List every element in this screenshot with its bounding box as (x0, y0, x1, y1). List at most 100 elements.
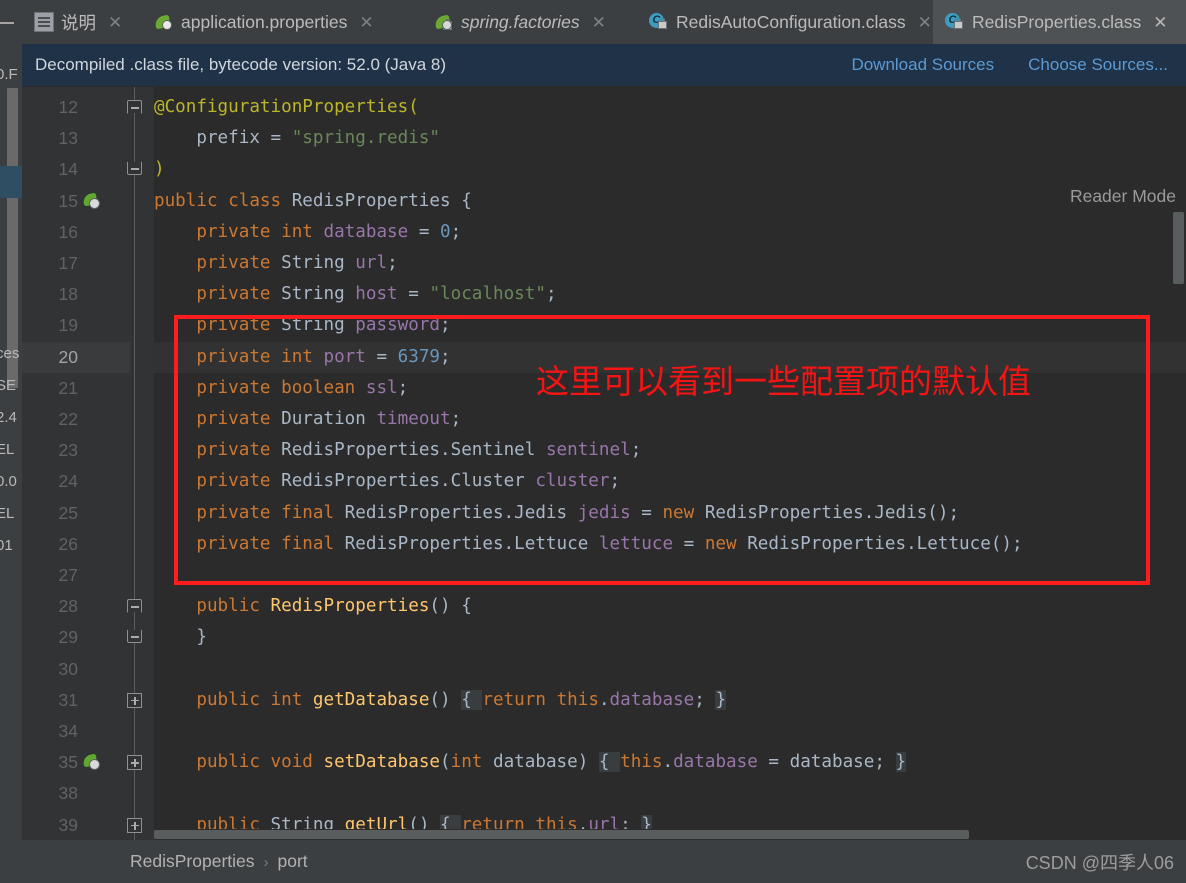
horizontal-scrollbar[interactable] (154, 829, 1186, 840)
code-token: ( (440, 752, 451, 773)
gutter-row[interactable]: 26 (22, 529, 130, 560)
line-number: 26 (58, 533, 78, 554)
left-panel-selected-row[interactable] (0, 166, 22, 198)
gutter-row[interactable]: 13 (22, 123, 130, 154)
gutter-row[interactable]: 18 (22, 279, 130, 310)
reader-mode-label[interactable]: Reader Mode (1070, 186, 1176, 207)
code-line[interactable]: private final RedisProperties.Lettuce le… (154, 529, 1186, 560)
editor-gutter[interactable]: 12 13 14 15 16 17 18 19 20 21 22 23 24 25 26 27 28 29 30 31… (22, 87, 130, 840)
code-token: ; (630, 440, 642, 461)
fold-collapse-end-icon[interactable] (127, 162, 142, 176)
gutter-row[interactable]: 22 (22, 404, 130, 435)
code-line[interactable] (154, 716, 1186, 747)
fold-plus-v (134, 696, 136, 705)
pin-overlay-icon (443, 19, 452, 30)
gutter-row[interactable]: 34 (22, 716, 130, 747)
gutter-row[interactable]: 27 (22, 560, 130, 591)
gutter-row[interactable]: 23 (22, 435, 130, 466)
gutter-row[interactable]: 19 (22, 310, 130, 341)
vertical-scrollbar-thumb[interactable] (1173, 212, 1184, 284)
code-line[interactable]: public void setDatabase(int database) { … (154, 747, 1186, 778)
editor-tab-4[interactable]: C RedisProperties.class ✕ (933, 0, 1186, 44)
editor-tab-3[interactable]: C RedisAutoConfiguration.class ✕ (637, 0, 955, 44)
fold-plus-v (134, 759, 136, 768)
code-editor[interactable]: 12 13 14 15 16 17 18 19 20 21 22 23 24 25 26 27 28 29 30 31… (22, 87, 1186, 840)
gutter-row[interactable]: 14 (22, 154, 130, 185)
left-panel-text-fragment: ces (0, 345, 20, 362)
editor-tab-1[interactable]: application.properties ✕ (142, 0, 422, 44)
code-line[interactable]: private Duration timeout; (154, 404, 1186, 435)
left-panel-scrollbar[interactable] (7, 88, 18, 388)
code-line[interactable]: private int database = 0; (154, 217, 1186, 248)
gutter-row[interactable]: 24 (22, 466, 130, 497)
gutter-row[interactable]: 20 (22, 341, 130, 373)
code-line[interactable]: ) (154, 154, 1186, 185)
horizontal-scrollbar-thumb[interactable] (154, 830, 969, 839)
gutter-row[interactable]: 28 (22, 591, 130, 622)
fold-expand-icon[interactable] (127, 755, 142, 771)
code-line[interactable] (154, 778, 1186, 809)
gutter-row[interactable]: 29 (22, 622, 130, 653)
code-line[interactable]: private String url; (154, 248, 1186, 279)
code-line[interactable] (154, 654, 1186, 685)
fold-expand-icon[interactable] (127, 817, 142, 833)
code-line[interactable]: public class RedisProperties { (154, 186, 1186, 217)
close-icon[interactable]: ✕ (108, 14, 122, 31)
fold-guide-line (134, 87, 135, 840)
line-number: 15 (58, 190, 78, 211)
code-line[interactable]: private RedisProperties.Cluster cluster; (154, 466, 1186, 497)
gutter-row[interactable]: 30 (22, 654, 130, 685)
fold-expand-icon[interactable] (127, 692, 142, 708)
line-number: 12 (58, 97, 78, 117)
breadcrumb-item-field[interactable]: port (278, 851, 308, 871)
gutter-row[interactable]: 25 (22, 498, 130, 529)
code-line[interactable]: } (154, 622, 1186, 653)
gutter-row[interactable]: 15 (22, 186, 130, 217)
code-line[interactable]: public RedisProperties() { (154, 591, 1186, 622)
gutter-row[interactable]: 17 (22, 248, 130, 279)
gutter-row[interactable]: 38 (22, 778, 130, 809)
code-content[interactable]: @ConfigurationProperties( prefix = "spri… (154, 87, 1186, 840)
gutter-row[interactable]: 35 (22, 747, 130, 778)
code-line[interactable]: private RedisProperties.Sentinel sentine… (154, 435, 1186, 466)
collapse-dash-icon[interactable] (0, 22, 14, 24)
editor-tab-2[interactable]: spring.factories ✕ (422, 0, 637, 44)
close-icon[interactable]: ✕ (592, 14, 606, 31)
line-number: 22 (58, 409, 78, 429)
gutter-row[interactable]: 39 (22, 810, 130, 840)
choose-sources-link[interactable]: Choose Sources... (1028, 55, 1168, 75)
code-line[interactable]: public int getDatabase() { return this.d… (154, 685, 1186, 716)
code-line[interactable]: private String password; (154, 310, 1186, 341)
gutter-row[interactable]: 31 (22, 685, 130, 716)
line-number: 29 (58, 627, 78, 648)
code-line[interactable]: private String host = "localhost"; (154, 279, 1186, 310)
code-token: ; (694, 689, 716, 710)
close-icon[interactable]: ✕ (918, 14, 932, 31)
fold-collapse-start-icon[interactable] (127, 599, 142, 613)
line-number: 20 (58, 346, 78, 367)
code-line[interactable]: prefix = "spring.redis" (154, 123, 1186, 154)
code-token: jedis (577, 502, 642, 523)
gutter-row[interactable]: 16 (22, 217, 130, 248)
code-line[interactable]: @ConfigurationProperties( (154, 92, 1186, 123)
breadcrumb-separator-icon: › (263, 854, 269, 871)
close-icon[interactable]: ✕ (1153, 14, 1167, 31)
code-line[interactable]: private final RedisProperties.Jedis jedi… (154, 498, 1186, 529)
close-icon[interactable]: ✕ (359, 14, 373, 31)
left-tool-panel-clipped: 0.F ces SE 2.4 EL 0.0 EL 01 (0, 0, 22, 883)
line-number: 23 (58, 440, 78, 461)
code-line[interactable] (154, 560, 1186, 591)
gutter-row[interactable]: 12 (22, 92, 130, 123)
fold-collapse-start-icon[interactable] (127, 100, 142, 113)
fold-collapse-end-icon[interactable] (127, 630, 142, 644)
download-sources-link[interactable]: Download Sources (851, 55, 994, 75)
gutter-row[interactable]: 21 (22, 373, 130, 404)
editor-tab-0[interactable]: 说明 ✕ (22, 0, 142, 44)
notification-message: Decompiled .class file, bytecode version… (35, 55, 447, 74)
breadcrumb[interactable]: RedisProperties › port (130, 851, 308, 872)
breadcrumb-item-class[interactable]: RedisProperties (130, 851, 255, 871)
spring-bean-icon[interactable] (82, 191, 102, 211)
code-token: public class (154, 190, 292, 211)
spring-bean-icon[interactable] (82, 752, 102, 772)
